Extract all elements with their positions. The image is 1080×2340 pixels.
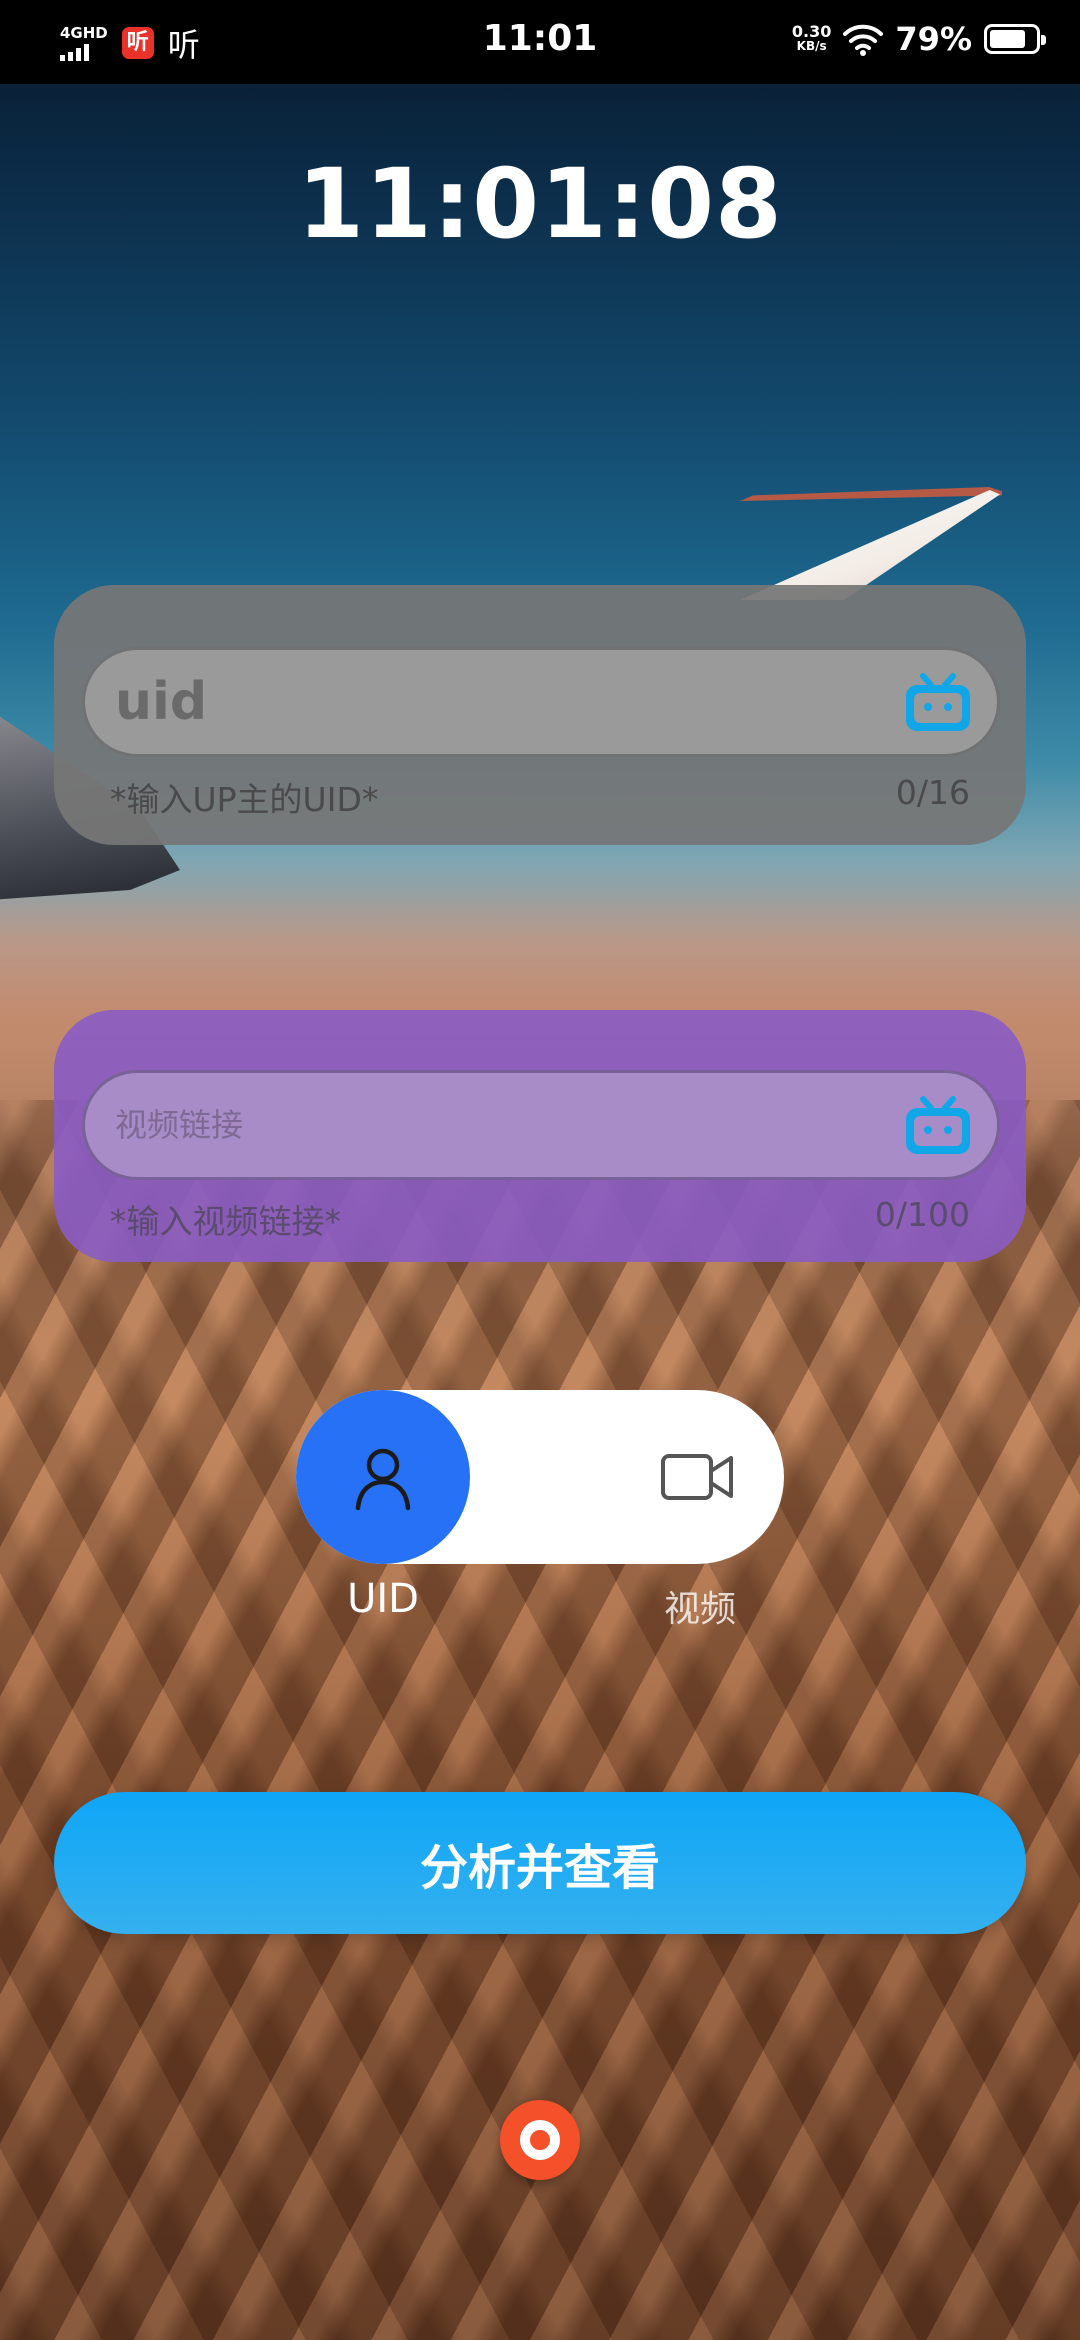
status-right: 0.30 KB/s 79% [792, 20, 1046, 58]
battery-fill [990, 30, 1025, 48]
video-char-counter: 0/100 [874, 1195, 970, 1234]
mode-label-video: 视频 [663, 1589, 736, 1630]
mode-toggle-switch[interactable] [296, 1390, 784, 1564]
network-speed-unit: KB/s [796, 39, 827, 53]
status-bar: 4GHD 听 听 11:01 0.30 KB/s 79% [0, 0, 1080, 84]
bilibili-tv-icon[interactable] [901, 1095, 975, 1159]
network-speed: 0.30 KB/s [792, 24, 831, 54]
clock-display: 11:01:08 [297, 148, 783, 260]
video-link-input[interactable] [115, 1073, 895, 1177]
floating-record-button[interactable] [500, 2100, 580, 2180]
battery-icon [984, 24, 1046, 54]
uid-input-card: *输入UP主的UID* 0/16 [54, 585, 1026, 845]
uid-input[interactable] [115, 650, 895, 754]
wifi-icon [843, 24, 884, 56]
video-link-field[interactable] [82, 1070, 1000, 1180]
user-icon [355, 1448, 411, 1511]
video-camera-icon[interactable] [660, 1446, 734, 1508]
bilibili-tv-icon[interactable] [901, 672, 975, 736]
mode-label-uid: UID [347, 1576, 419, 1622]
video-input-card: *输入视频链接* 0/100 [54, 1010, 1026, 1262]
mode-toggle-knob[interactable] [296, 1390, 470, 1564]
uid-char-counter: 0/16 [895, 773, 970, 812]
video-hint: *输入视频链接* [110, 1202, 341, 1241]
battery-percent: 79% [895, 20, 972, 58]
uid-field[interactable] [82, 647, 1000, 757]
analyze-button[interactable]: 分析并查看 [54, 1792, 1026, 1934]
record-icon [520, 2120, 560, 2160]
uid-hint: *输入UP主的UID* [110, 780, 379, 819]
network-speed-value: 0.30 [791, 22, 832, 41]
